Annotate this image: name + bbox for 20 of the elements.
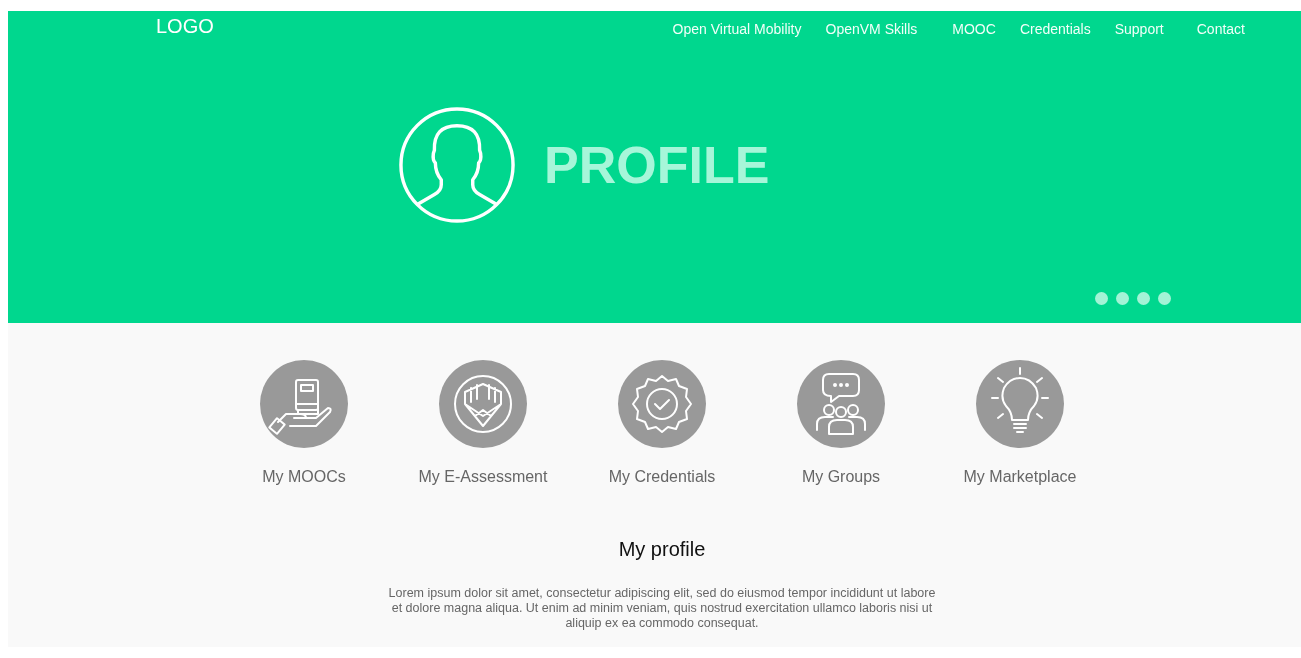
nav-link[interactable]: OpenVM Skills	[825, 21, 918, 37]
tile-label[interactable]: My Groups	[801, 468, 881, 486]
user-avatar-icon	[398, 106, 516, 224]
section-title: My profile	[617, 538, 706, 561]
carousel-dot[interactable]	[1116, 292, 1129, 305]
nav-link[interactable]: Open Virtual Mobility	[672, 21, 802, 37]
carousel-dot[interactable]	[1158, 292, 1171, 305]
nav-link[interactable]: MOOC	[952, 21, 996, 37]
nav-link[interactable]: Support	[1114, 21, 1164, 37]
nav-link[interactable]: Credentials	[1019, 21, 1091, 37]
tile-label[interactable]: My E-Assessment	[418, 468, 548, 486]
nav-link[interactable]: Contact	[1196, 21, 1245, 37]
tile-label[interactable]: My MOOCs	[262, 468, 346, 486]
hero-title: PROFILE	[544, 135, 770, 195]
carousel-dot[interactable]	[1095, 292, 1108, 305]
section-paragraph: Lorem ipsum dolor sit amet, consectetur adipiscing elit, sed do eiusmod tempor incididunt ut labore et dolore magna aliqua. Ut enim ad minim veniam, quis nostrud exercitation ullamco laboris nisi ut aliquip ex ea commodo consequat.	[387, 586, 937, 631]
tile-label[interactable]: My Marketplace	[963, 468, 1077, 486]
tile-label[interactable]: My Credentials	[608, 468, 716, 486]
logo[interactable]: LOGO	[156, 15, 214, 38]
carousel-dot[interactable]	[1137, 292, 1150, 305]
